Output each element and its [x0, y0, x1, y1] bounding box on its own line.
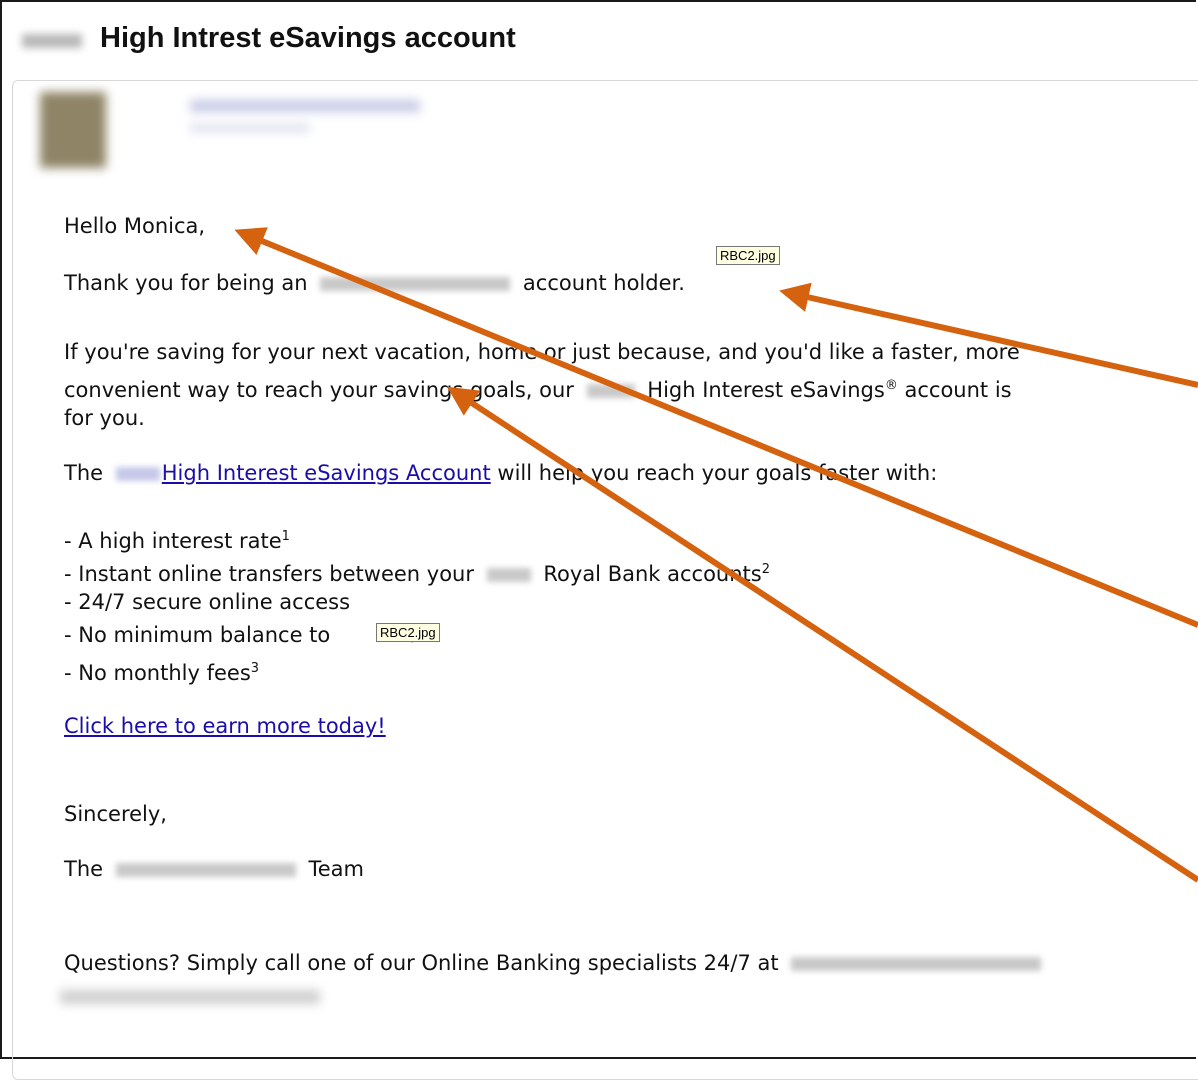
- arrow-to-account-holder: [779, 282, 1198, 388]
- arrow-to-savings-text: [446, 386, 1198, 883]
- image-tooltip: RBC2.jpg: [716, 246, 780, 265]
- image-tooltip: RBC2.jpg: [376, 623, 440, 642]
- annotation-arrows: [234, 227, 1198, 883]
